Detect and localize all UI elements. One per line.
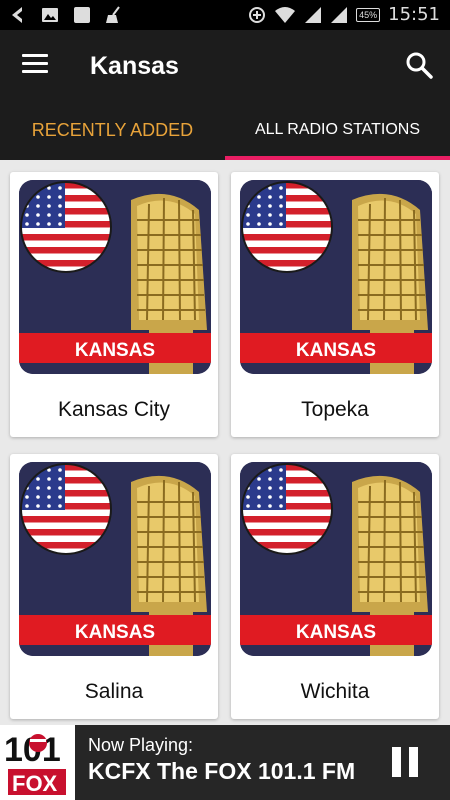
square-icon: [74, 7, 90, 23]
us-flag-icon: [241, 463, 333, 555]
station-card[interactable]: KANSAS Kansas City: [10, 172, 218, 437]
search-icon[interactable]: [404, 50, 434, 80]
station-grid: KANSAS Kansas City KANSAS Topeka KANSAS Salin…: [0, 160, 450, 725]
tab-recently-added[interactable]: RECENTLY ADDED: [0, 100, 225, 160]
image-icon: [42, 8, 58, 22]
battery-indicator: 45%: [356, 7, 381, 22]
clock: 15:51: [388, 4, 440, 25]
now-playing-bar[interactable]: 101 FOX Now Playing: KCFX The FOX 101.1 …: [0, 725, 450, 800]
wifi-icon: [275, 6, 296, 23]
station-name: Topeka: [301, 398, 369, 421]
logo-text: FOX: [12, 771, 58, 796]
status-bar: 45% 15:51: [0, 0, 450, 30]
tab-label: ALL RADIO STATIONS: [254, 121, 421, 138]
station-card[interactable]: KANSAS Topeka: [231, 172, 439, 437]
us-flag-icon: [20, 181, 112, 273]
us-flag-icon: [241, 181, 333, 273]
state-banner-text: KANSAS: [75, 340, 155, 361]
station-name: Salina: [84, 680, 144, 703]
tab-bar: RECENTLY ADDED ALL RADIO STATIONS: [0, 100, 450, 160]
status-bar-right-icons: 45% 15:51: [248, 4, 440, 25]
station-name: Kansas City: [57, 398, 171, 421]
tab-all-radio-stations[interactable]: ALL RADIO STATIONS: [225, 100, 450, 160]
station-card[interactable]: KANSAS Salina: [10, 454, 218, 719]
state-banner-text: KANSAS: [296, 340, 376, 361]
status-bar-left-icons: [8, 5, 124, 25]
state-banner-text: KANSAS: [296, 622, 376, 643]
page-title: Kansas: [90, 52, 179, 80]
back-arrow-icon: [12, 7, 22, 23]
signal-icon-2: [331, 6, 348, 23]
signal-icon: [305, 6, 322, 23]
data-saver-icon: [249, 6, 266, 23]
station-image: KANSAS: [19, 462, 211, 656]
station-image: KANSAS: [240, 180, 432, 374]
broom-icon: [106, 6, 120, 23]
now-playing-label: Now Playing:: [88, 735, 194, 755]
us-flag-icon: [20, 463, 112, 555]
state-banner-text: KANSAS: [75, 622, 155, 643]
station-logo: 101 FOX: [0, 725, 75, 800]
station-card[interactable]: KANSAS Wichita: [231, 454, 439, 719]
station-name: Wichita: [300, 680, 370, 703]
tab-label: RECENTLY ADDED: [31, 120, 194, 140]
app-bar: Kansas: [0, 30, 450, 100]
pause-icon[interactable]: [392, 747, 420, 777]
station-image: KANSAS: [240, 462, 432, 656]
now-playing-title: KCFX The FOX 101.1 FM: [88, 758, 356, 784]
hamburger-menu-icon[interactable]: [22, 54, 48, 76]
station-image: KANSAS: [19, 180, 211, 374]
fox-logo-icon: 101 FOX: [0, 725, 75, 800]
